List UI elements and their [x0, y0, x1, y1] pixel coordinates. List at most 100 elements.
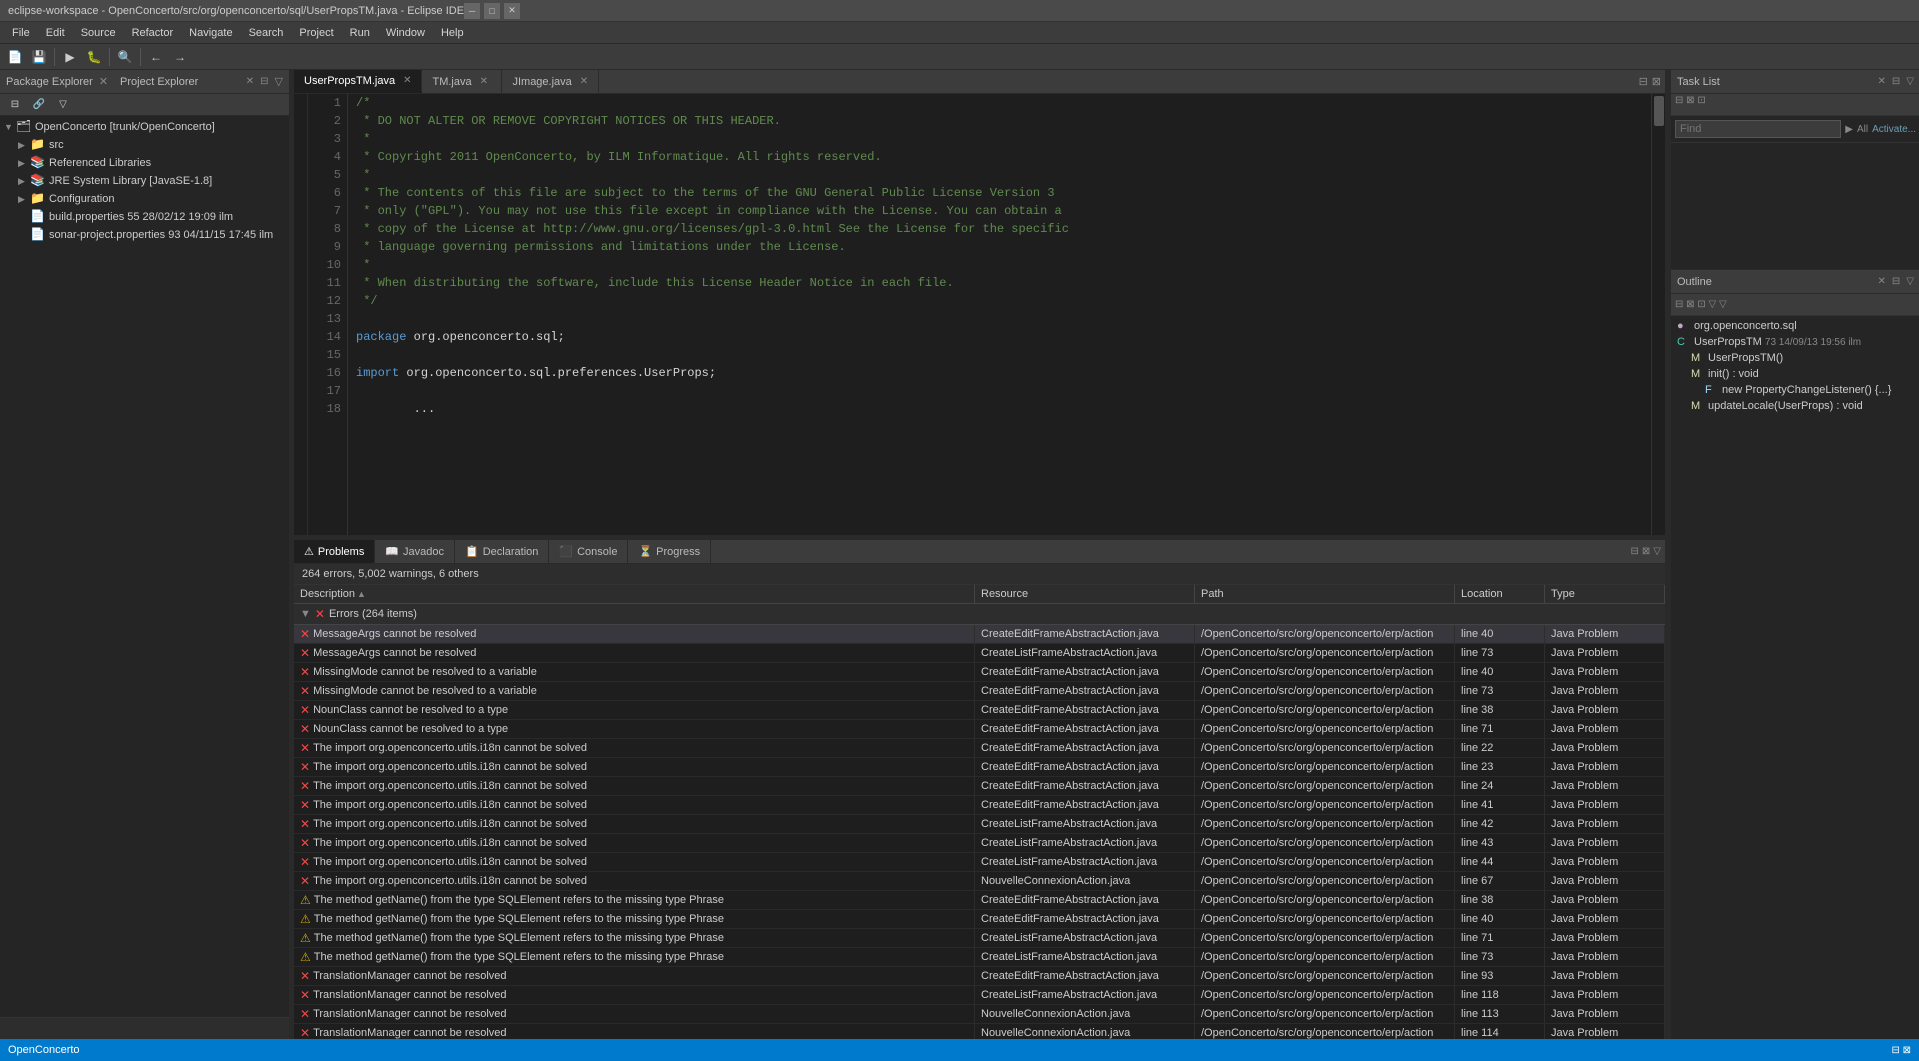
- close-button[interactable]: ✕: [504, 3, 520, 19]
- editor-tab-2[interactable]: JImage.java✕: [502, 70, 599, 93]
- tree-item[interactable]: 📄 sonar-project.properties 93 04/11/15 1…: [0, 226, 289, 244]
- tree-item[interactable]: ▶ 📚 Referenced Libraries: [0, 154, 289, 172]
- maximize-button[interactable]: □: [484, 3, 500, 19]
- menu-item-help[interactable]: Help: [433, 25, 472, 41]
- table-row[interactable]: ✕The import org.openconcerto.utils.i18n …: [294, 796, 1665, 815]
- outline-item[interactable]: M init() : void: [1671, 366, 1919, 382]
- table-row[interactable]: ✕TranslationManager cannot be resolved N…: [294, 1024, 1665, 1039]
- table-header-type[interactable]: Type: [1545, 585, 1665, 603]
- bottom-tab-javadoc[interactable]: 📖Javadoc: [375, 540, 455, 563]
- table-row[interactable]: ✕The import org.openconcerto.utils.i18n …: [294, 853, 1665, 872]
- editor-tab-1[interactable]: TM.java✕: [422, 70, 502, 93]
- table-row[interactable]: ✕NounClass cannot be resolved to a type …: [294, 701, 1665, 720]
- table-row[interactable]: ✕NounClass cannot be resolved to a type …: [294, 720, 1665, 739]
- td-path: /OpenConcerto/src/org/openconcerto/erp/a…: [1195, 663, 1455, 681]
- outline-item[interactable]: C UserPropsTM 73 14/09/13 19:56 ilm: [1671, 334, 1919, 350]
- table-row[interactable]: ✕The import org.openconcerto.utils.i18n …: [294, 758, 1665, 777]
- minimize-button[interactable]: ─: [464, 3, 480, 19]
- editor-minimize-icon[interactable]: ⊟: [1639, 75, 1648, 88]
- table-row[interactable]: ✕The import org.openconcerto.utils.i18n …: [294, 872, 1665, 891]
- editor-tab-0[interactable]: UserPropsTM.java✕: [294, 70, 422, 93]
- tab-close-icon[interactable]: ✕: [580, 76, 588, 87]
- table-row[interactable]: ✕The import org.openconcerto.utils.i18n …: [294, 739, 1665, 758]
- menu-item-window[interactable]: Window: [378, 25, 433, 41]
- tree-item[interactable]: ▼ 🗂 OpenConcerto [trunk/OpenConcerto]: [0, 118, 289, 136]
- problems-filter-icon[interactable]: ⊟: [1631, 546, 1639, 557]
- tree-menu-button[interactable]: ▽: [52, 94, 74, 116]
- bottom-tab-console[interactable]: ⬛Console: [549, 540, 628, 563]
- bottom-tab-problems[interactable]: ⚠Problems: [294, 540, 375, 563]
- panel-close-icon[interactable]: ✕: [246, 76, 254, 87]
- table-row[interactable]: ✕TranslationManager cannot be resolved C…: [294, 986, 1665, 1005]
- outline-item[interactable]: M updateLocale(UserProps) : void: [1671, 398, 1919, 414]
- panel-menu-icon[interactable]: ▽: [275, 75, 283, 88]
- tree-item[interactable]: ▶ 📚 JRE System Library [JavaSE-1.8]: [0, 172, 289, 190]
- menu-item-project[interactable]: Project: [291, 25, 341, 41]
- search-button[interactable]: 🔍: [114, 46, 136, 68]
- menu-item-search[interactable]: Search: [241, 25, 292, 41]
- outline-item[interactable]: M UserPropsTM(): [1671, 350, 1919, 366]
- run-button[interactable]: ▶: [59, 46, 81, 68]
- task-find-input[interactable]: [1675, 120, 1841, 138]
- save-button[interactable]: 💾: [28, 46, 50, 68]
- tree-item[interactable]: ▶ 📁 Configuration: [0, 190, 289, 208]
- outline-item[interactable]: F new PropertyChangeListener() {...}: [1671, 382, 1919, 398]
- menu-item-navigate[interactable]: Navigate: [181, 25, 240, 41]
- table-header-location[interactable]: Location: [1455, 585, 1545, 603]
- problems-minimize-icon[interactable]: ⊠: [1642, 546, 1650, 557]
- table-row[interactable]: ✕MessageArgs cannot be resolved CreateEd…: [294, 625, 1665, 644]
- editor-scrollbar[interactable]: [1651, 94, 1665, 535]
- activate-btn[interactable]: Activate...: [1872, 124, 1916, 135]
- menu-item-refactor[interactable]: Refactor: [124, 25, 182, 41]
- bottom-tab-declaration[interactable]: 📋Declaration: [455, 540, 549, 563]
- error-section-header[interactable]: ▼✕Errors (264 items): [294, 604, 1665, 625]
- table-row[interactable]: ✕The import org.openconcerto.utils.i18n …: [294, 815, 1665, 834]
- package-explorer-tab[interactable]: Package Explorer: [6, 76, 93, 88]
- table-row[interactable]: ✕MissingMode cannot be resolved to a var…: [294, 682, 1665, 701]
- table-row[interactable]: ⚠The method getName() from the type SQLE…: [294, 948, 1665, 967]
- outline-item[interactable]: ● org.openconcerto.sql: [1671, 318, 1919, 334]
- table-row[interactable]: ⚠The method getName() from the type SQLE…: [294, 910, 1665, 929]
- tree-item[interactable]: ▶ 📁 src: [0, 136, 289, 154]
- table-header-resource[interactable]: Resource: [975, 585, 1195, 603]
- problems-menu-icon[interactable]: ▽: [1653, 546, 1661, 557]
- project-explorer-tab[interactable]: Project Explorer: [120, 76, 198, 88]
- menu-item-run[interactable]: Run: [342, 25, 378, 41]
- debug-button[interactable]: 🐛: [83, 46, 105, 68]
- editor-maximize-icon[interactable]: ⊠: [1652, 75, 1661, 88]
- outline-close-icon[interactable]: ✕: [1878, 276, 1886, 287]
- forward-button[interactable]: →: [169, 46, 191, 68]
- bottom-tab-progress[interactable]: ⏳Progress: [628, 540, 711, 563]
- table-header-description[interactable]: Description ▲: [294, 585, 975, 603]
- table-row[interactable]: ✕The import org.openconcerto.utils.i18n …: [294, 834, 1665, 853]
- table-row[interactable]: ✕TranslationManager cannot be resolved C…: [294, 967, 1665, 986]
- panel-minimize-icon[interactable]: ⊟: [260, 76, 268, 87]
- menu-item-edit[interactable]: Edit: [38, 25, 73, 41]
- menu-item-file[interactable]: File: [4, 25, 38, 41]
- task-list-close-icon[interactable]: ✕: [1878, 76, 1886, 87]
- table-row[interactable]: ✕TranslationManager cannot be resolved N…: [294, 1005, 1665, 1024]
- table-row[interactable]: ⚠The method getName() from the type SQLE…: [294, 929, 1665, 948]
- task-list-menu-icon[interactable]: ▽: [1906, 76, 1914, 87]
- table-header-path[interactable]: Path: [1195, 585, 1455, 603]
- code-area[interactable]: /* * DO NOT ALTER OR REMOVE COPYRIGHT NO…: [348, 94, 1651, 535]
- table-row[interactable]: ✕MessageArgs cannot be resolved CreateLi…: [294, 644, 1665, 663]
- table-row[interactable]: ✕The import org.openconcerto.utils.i18n …: [294, 777, 1665, 796]
- tree-item[interactable]: 📄 build.properties 55 28/02/12 19:09 ilm: [0, 208, 289, 226]
- tab-close-icon[interactable]: ✕: [480, 76, 488, 87]
- outline-minimize-icon[interactable]: ⊟: [1892, 276, 1900, 287]
- back-button[interactable]: ←: [145, 46, 167, 68]
- task-list-minimize-icon[interactable]: ⊟: [1892, 76, 1900, 87]
- code-line: [356, 382, 1643, 400]
- collapse-all-button[interactable]: ⊟: [4, 94, 26, 116]
- tab-close-icon[interactable]: ✕: [403, 75, 411, 86]
- link-editor-button[interactable]: 🔗: [28, 94, 50, 116]
- problems-table[interactable]: Description ▲ResourcePathLocationType ▼✕…: [294, 585, 1665, 1039]
- outline-menu-icon[interactable]: ▽: [1906, 276, 1914, 287]
- new-button[interactable]: 📄: [4, 46, 26, 68]
- table-row[interactable]: ✕MissingMode cannot be resolved to a var…: [294, 663, 1665, 682]
- find-arrow-icon[interactable]: ▶: [1845, 124, 1853, 135]
- menu-item-source[interactable]: Source: [73, 25, 124, 41]
- find-all-btn[interactable]: All: [1857, 124, 1868, 135]
- table-row[interactable]: ⚠The method getName() from the type SQLE…: [294, 891, 1665, 910]
